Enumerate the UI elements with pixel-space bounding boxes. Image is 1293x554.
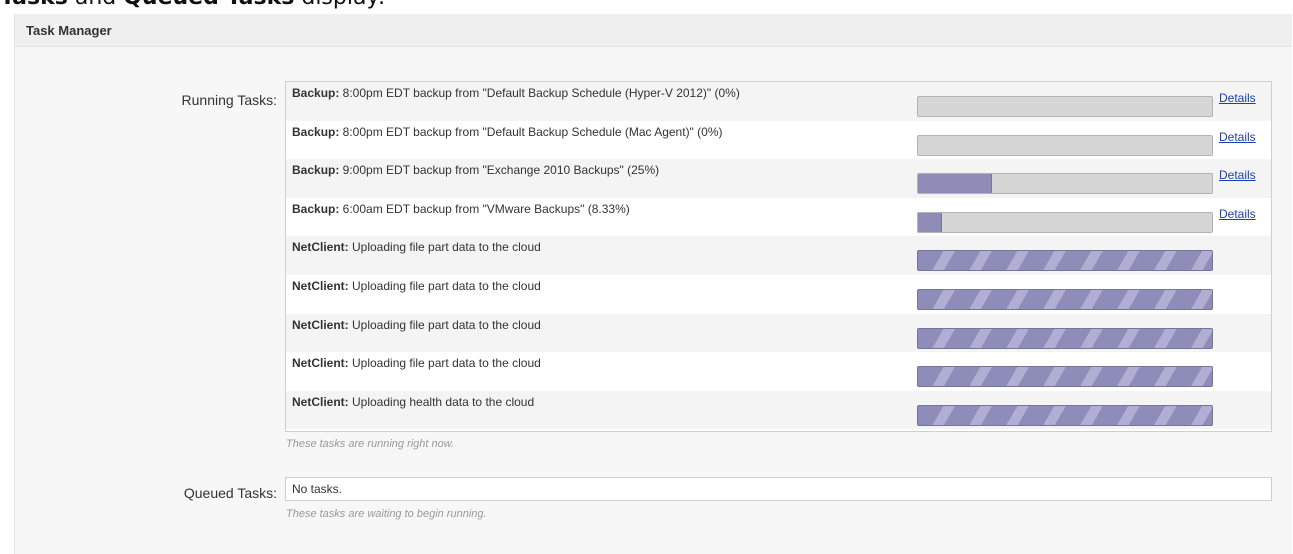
- snippet-tail: display:: [294, 0, 385, 10]
- queued-tasks-box: No tasks.: [285, 477, 1272, 501]
- task-row: Backup: 6:00am EDT backup from "VMware B…: [286, 197, 1271, 237]
- task-row: NetClient: Uploading file part data to t…: [286, 274, 1271, 314]
- task-row: NetClient: Uploading file part data to t…: [286, 352, 1271, 391]
- task-type: NetClient:: [292, 240, 349, 255]
- progress-bar: [917, 134, 1213, 156]
- running-tasks-hint: These tasks are running right now.: [286, 438, 455, 450]
- details-link[interactable]: Details: [1219, 130, 1256, 144]
- task-type: Backup:: [292, 86, 340, 100]
- task-text: 9:00pm EDT backup from "Exchange 2010 Ba…: [339, 163, 660, 178]
- task-text: 6:00am EDT backup from "VMware Backups" …: [339, 201, 630, 216]
- task-row: NetClient: Uploading health data to the …: [286, 390, 1271, 430]
- queued-tasks-hint: These tasks are waiting to begin running…: [286, 508, 487, 520]
- details-link[interactable]: Details: [1219, 91, 1256, 105]
- task-text: Uploading file part data to the cloud: [348, 240, 541, 255]
- task-type: Backup:: [292, 163, 340, 178]
- running-tasks-list: Backup: 8:00pm EDT backup from "Default …: [285, 81, 1272, 432]
- task-type: NetClient:: [292, 317, 349, 332]
- task-description: NetClient: Uploading health data to the …: [292, 395, 534, 409]
- task-description: NetClient: Uploading file part data to t…: [292, 318, 541, 332]
- task-description: Backup: 6:00am EDT backup from "VMware B…: [292, 202, 630, 216]
- progress-bar: [917, 96, 1213, 117]
- task-row: Backup: 8:00pm EDT backup from "Default …: [286, 82, 1271, 121]
- indeterminate-progress-bar: [917, 327, 1213, 349]
- task-type: Backup:: [292, 201, 340, 216]
- task-description: NetClient: Uploading file part data to t…: [292, 279, 541, 293]
- indeterminate-progress-bar: [917, 366, 1213, 388]
- task-description: NetClient: Uploading file part data to t…: [292, 356, 541, 370]
- task-text: 8:00pm EDT backup from "Default Backup S…: [339, 86, 740, 100]
- task-text: Uploading file part data to the cloud: [348, 356, 541, 371]
- task-description: Backup: 8:00pm EDT backup from "Default …: [292, 125, 723, 139]
- progress-bar: [917, 173, 1213, 195]
- task-description: Backup: 8:00pm EDT backup from "Default …: [292, 86, 740, 100]
- task-type: Backup:: [292, 124, 340, 139]
- snippet-plain: and: [68, 0, 123, 10]
- task-type: NetClient:: [292, 356, 349, 371]
- details-link[interactable]: Details: [1219, 207, 1256, 221]
- progress-bar-fill: [918, 174, 992, 194]
- task-description: NetClient: Uploading file part data to t…: [292, 240, 541, 254]
- indeterminate-progress-bar: [917, 404, 1213, 426]
- document-text-snippet: Tasks and Queued Tasks display:: [0, 0, 700, 10]
- task-text: Uploading file part data to the cloud: [348, 317, 541, 332]
- task-row: NetClient: Uploading file part data to t…: [286, 313, 1271, 353]
- task-description: Backup: 9:00pm EDT backup from "Exchange…: [292, 163, 659, 177]
- panel-title: Task Manager: [15, 14, 1292, 47]
- snippet-bold-queued: Queued Tasks: [123, 0, 294, 10]
- task-row: NetClient: Uploading file part data to t…: [286, 236, 1271, 275]
- queued-tasks-label: Queued Tasks:: [183, 485, 277, 501]
- task-manager-panel: Task Manager Running Tasks: Backup: 8:00…: [14, 14, 1292, 554]
- indeterminate-progress-bar: [917, 288, 1213, 310]
- task-type: NetClient:: [292, 278, 349, 293]
- details-link[interactable]: Details: [1219, 168, 1256, 182]
- progress-bar-fill: [918, 212, 943, 232]
- indeterminate-progress-bar: [917, 250, 1213, 272]
- progress-bar: [917, 211, 1213, 233]
- snippet-bold-tasks: Tasks: [0, 0, 68, 10]
- task-text: Uploading health data to the cloud: [348, 394, 535, 409]
- task-text: 8:00pm EDT backup from "Default Backup S…: [339, 124, 723, 139]
- running-tasks-label: Running Tasks:: [181, 92, 277, 108]
- task-text: Uploading file part data to the cloud: [348, 278, 541, 293]
- task-row: Backup: 8:00pm EDT backup from "Default …: [286, 120, 1271, 160]
- task-row: Backup: 9:00pm EDT backup from "Exchange…: [286, 159, 1271, 198]
- task-type: NetClient:: [292, 394, 349, 409]
